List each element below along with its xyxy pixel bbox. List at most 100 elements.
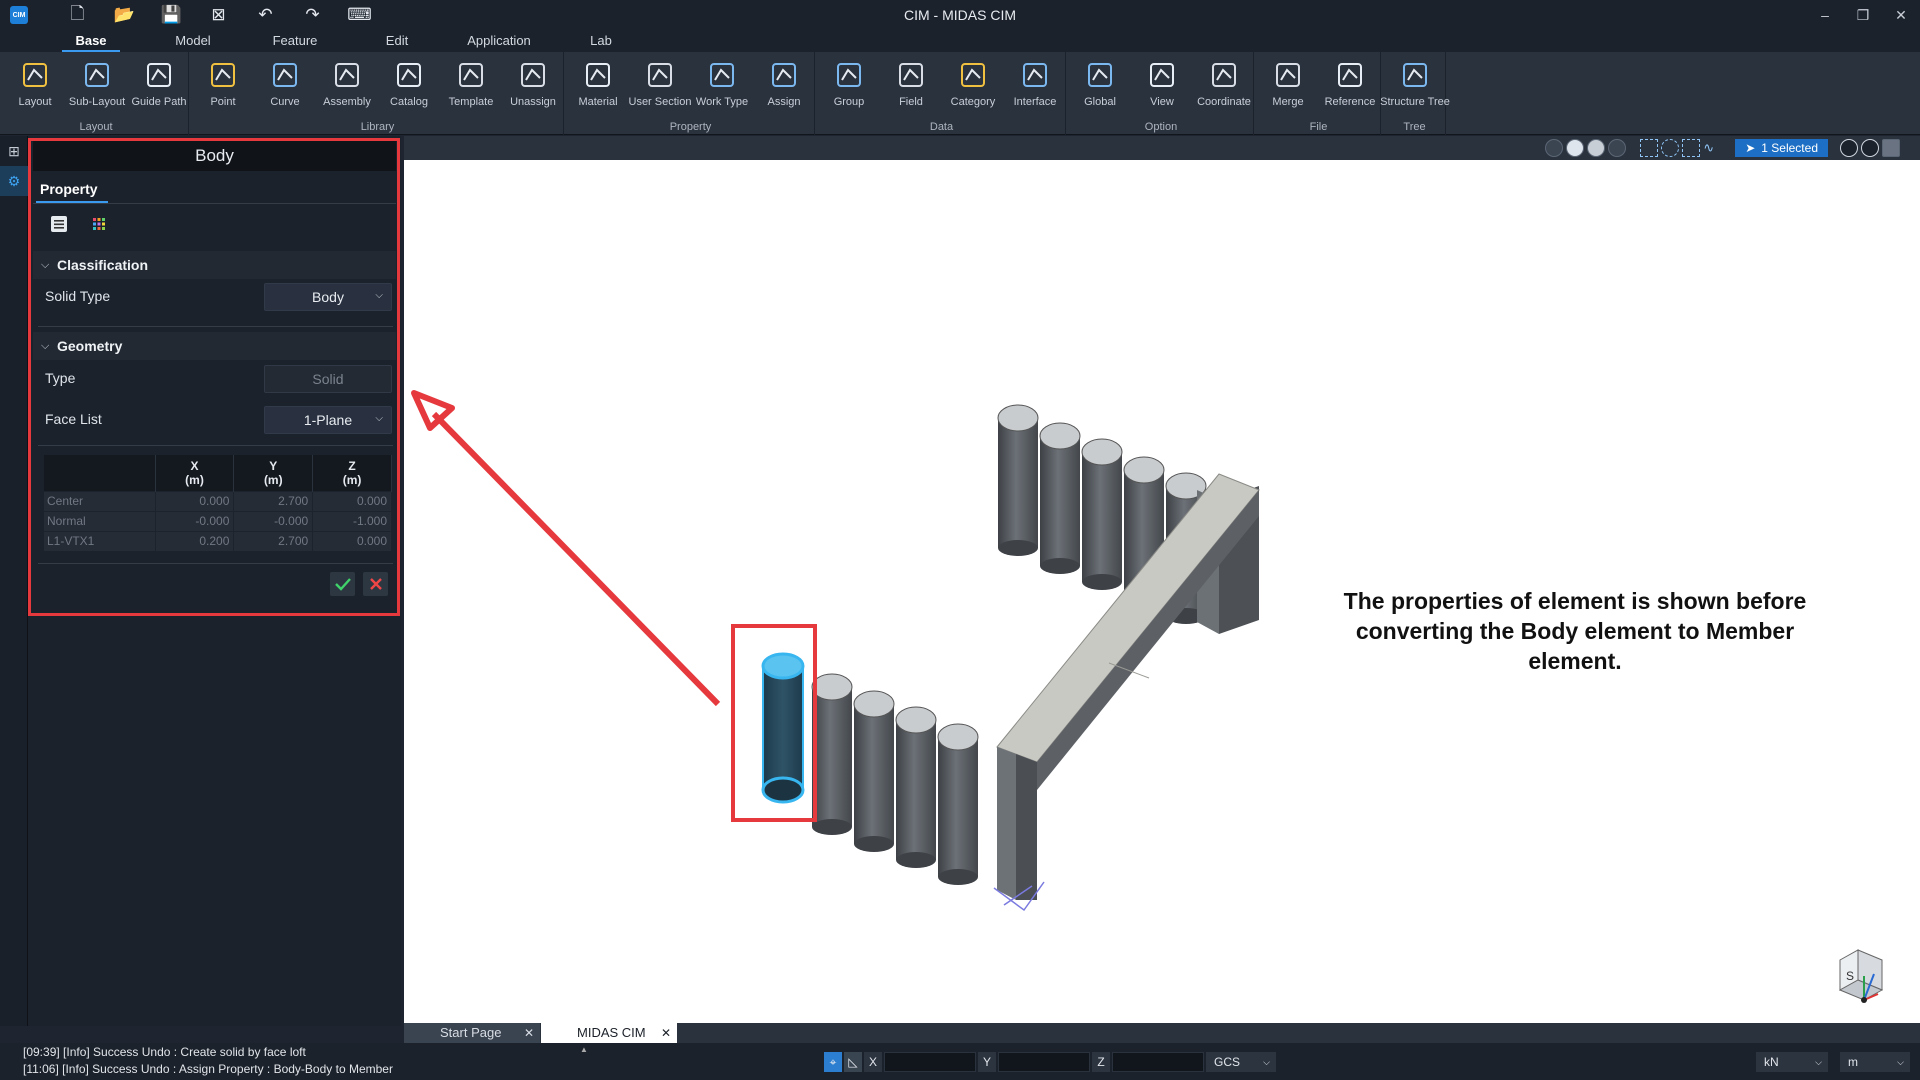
length-unit-dropdown[interactable]: m ⌵ — [1840, 1052, 1910, 1072]
guide-path-icon — [142, 58, 176, 92]
coordinate-bar: ⌖ ◺ X Y Z GCS ⌵ — [824, 1052, 1276, 1072]
menu-tabs: Base Model Feature Edit Application Lab — [0, 30, 1920, 52]
assign-button[interactable]: Assign — [749, 58, 819, 118]
tree-view-icon[interactable]: ⊞ — [0, 136, 28, 166]
wireframe-icon[interactable] — [1608, 139, 1627, 157]
close-file-icon[interactable]: ⊠ — [195, 0, 242, 30]
menu-tab-feature[interactable]: Feature — [244, 30, 346, 52]
left-sidebar: ⊞ ⚙ — [0, 136, 28, 1026]
coordinate-system-value: GCS — [1214, 1055, 1241, 1069]
save-icon[interactable]: 💾 — [148, 0, 195, 30]
layout-button[interactable]: Layout — [0, 58, 70, 118]
selection-badge[interactable]: ➤ 1 Selected — [1735, 139, 1828, 157]
interface-button[interactable]: Interface — [1000, 58, 1070, 118]
x-input[interactable] — [884, 1052, 976, 1072]
template-button[interactable]: Template — [436, 58, 506, 118]
document-tabs: Start Page ✕ MIDAS CIM ✕ — [404, 1023, 1920, 1043]
reference-label: Reference — [1324, 96, 1376, 108]
box-select-icon[interactable] — [1640, 139, 1659, 157]
lock-view-icon[interactable] — [1840, 139, 1858, 157]
structure-tree-label: Structure Tree — [1380, 96, 1450, 108]
material-button[interactable]: Material — [563, 58, 633, 118]
work-type-label: Work Type — [695, 96, 749, 108]
display-settings-icon[interactable] — [1882, 139, 1900, 157]
unassign-label: Unassign — [510, 96, 556, 108]
close-window-icon[interactable]: ✕ — [1882, 0, 1920, 30]
circle-select-icon[interactable] — [1661, 139, 1680, 157]
ribbon-group-option: Global View Coordinate Option — [1069, 52, 1254, 135]
viewport-tools: ∿ ➤ 1 Selected — [1545, 138, 1900, 158]
properties-icon[interactable]: ⚙ — [0, 166, 28, 196]
template-label: Template — [448, 96, 494, 108]
polygon-select-icon[interactable] — [1682, 139, 1701, 157]
ortho-icon[interactable]: ◺ — [844, 1052, 862, 1072]
menu-tab-edit[interactable]: Edit — [346, 30, 448, 52]
open-folder-icon[interactable]: 📂 — [101, 0, 148, 30]
shade-mode-icon[interactable] — [1566, 139, 1585, 157]
curve-button[interactable]: Curve — [250, 58, 320, 118]
redo-icon[interactable]: ↷ — [289, 0, 336, 30]
background-icon[interactable] — [1861, 139, 1879, 157]
category-button[interactable]: Category — [938, 58, 1008, 118]
unassign-icon — [516, 58, 550, 92]
coordinate-system-dropdown[interactable]: GCS ⌵ — [1206, 1052, 1276, 1072]
y-input[interactable] — [998, 1052, 1090, 1072]
new-file-icon[interactable]: 🗋 — [54, 0, 101, 30]
document-tab[interactable]: MIDAS CIM ✕ — [541, 1023, 677, 1043]
front-pile-row — [811, 673, 979, 885]
user-section-button[interactable]: User Section — [625, 58, 695, 118]
lasso-select-icon[interactable]: ∿ — [1703, 139, 1721, 157]
menu-tab-application[interactable]: Application — [448, 30, 550, 52]
ribbon-group-layout: Layout Sub-Layout Guide Path Layout — [4, 52, 189, 135]
log-line-2: [11:06] [Info] Success Undo : Assign Pro… — [23, 1062, 393, 1076]
menu-tab-model[interactable]: Model — [142, 30, 244, 52]
catalog-button[interactable]: Catalog — [374, 58, 444, 118]
field-button[interactable]: Field — [876, 58, 946, 118]
sub-layout-button[interactable]: Sub-Layout — [62, 58, 132, 118]
chevron-down-icon: ⌵ — [1263, 1056, 1270, 1067]
restore-icon[interactable]: ❐ — [1844, 0, 1882, 30]
assembly-label: Assembly — [323, 96, 371, 108]
reference-button[interactable]: Reference — [1315, 58, 1385, 118]
ribbon-group-label: Layout — [79, 121, 113, 133]
ribbon-group-label: File — [1309, 121, 1328, 133]
assembly-icon — [330, 58, 364, 92]
assign-label: Assign — [767, 96, 801, 108]
point-button[interactable]: Point — [188, 58, 258, 118]
chevron-down-icon: ⌵ — [1897, 1057, 1904, 1067]
z-input[interactable] — [1112, 1052, 1204, 1072]
unassign-button[interactable]: Unassign — [498, 58, 568, 118]
group-button[interactable]: Group — [814, 58, 884, 118]
guide-path-button[interactable]: Guide Path — [124, 58, 194, 118]
merge-label: Merge — [1272, 96, 1304, 108]
material-label: Material — [578, 96, 618, 108]
force-unit-value: kN — [1764, 1055, 1779, 1069]
view-button[interactable]: View — [1127, 58, 1197, 118]
point-label: Point — [210, 96, 236, 108]
log-scrollbar[interactable]: ▲ — [580, 1045, 590, 1078]
category-icon — [956, 58, 990, 92]
force-unit-dropdown[interactable]: kN ⌵ — [1756, 1052, 1828, 1072]
global-button[interactable]: Global — [1065, 58, 1135, 118]
work-type-button[interactable]: Work Type — [687, 58, 757, 118]
structure-tree-button[interactable]: Structure Tree — [1380, 58, 1450, 118]
merge-button[interactable]: Merge — [1253, 58, 1323, 118]
coordinate-button[interactable]: Coordinate — [1189, 58, 1259, 118]
menu-tab-lab[interactable]: Lab — [550, 30, 652, 52]
assembly-button[interactable]: Assembly — [312, 58, 382, 118]
merge-icon — [1271, 58, 1305, 92]
keyboard-icon[interactable]: ⌨ — [336, 0, 383, 30]
ribbon-group-label: Tree — [1403, 121, 1426, 133]
close-icon[interactable]: ✕ — [524, 1023, 534, 1043]
close-icon[interactable]: ✕ — [661, 1023, 671, 1043]
minimize-icon[interactable]: – — [1806, 0, 1844, 30]
curve-label: Curve — [270, 96, 300, 108]
undo-icon[interactable]: ↶ — [242, 0, 289, 30]
snap-icon[interactable]: ⌖ — [824, 1052, 842, 1072]
shade-edge-icon[interactable] — [1587, 139, 1606, 157]
document-tab[interactable]: Start Page ✕ — [404, 1023, 540, 1043]
menu-tab-base[interactable]: Base — [40, 30, 142, 52]
assign-icon — [767, 58, 801, 92]
log-line-1: [09:39] [Info] Success Undo : Create sol… — [23, 1045, 306, 1059]
render-mode-icon[interactable] — [1545, 139, 1564, 157]
